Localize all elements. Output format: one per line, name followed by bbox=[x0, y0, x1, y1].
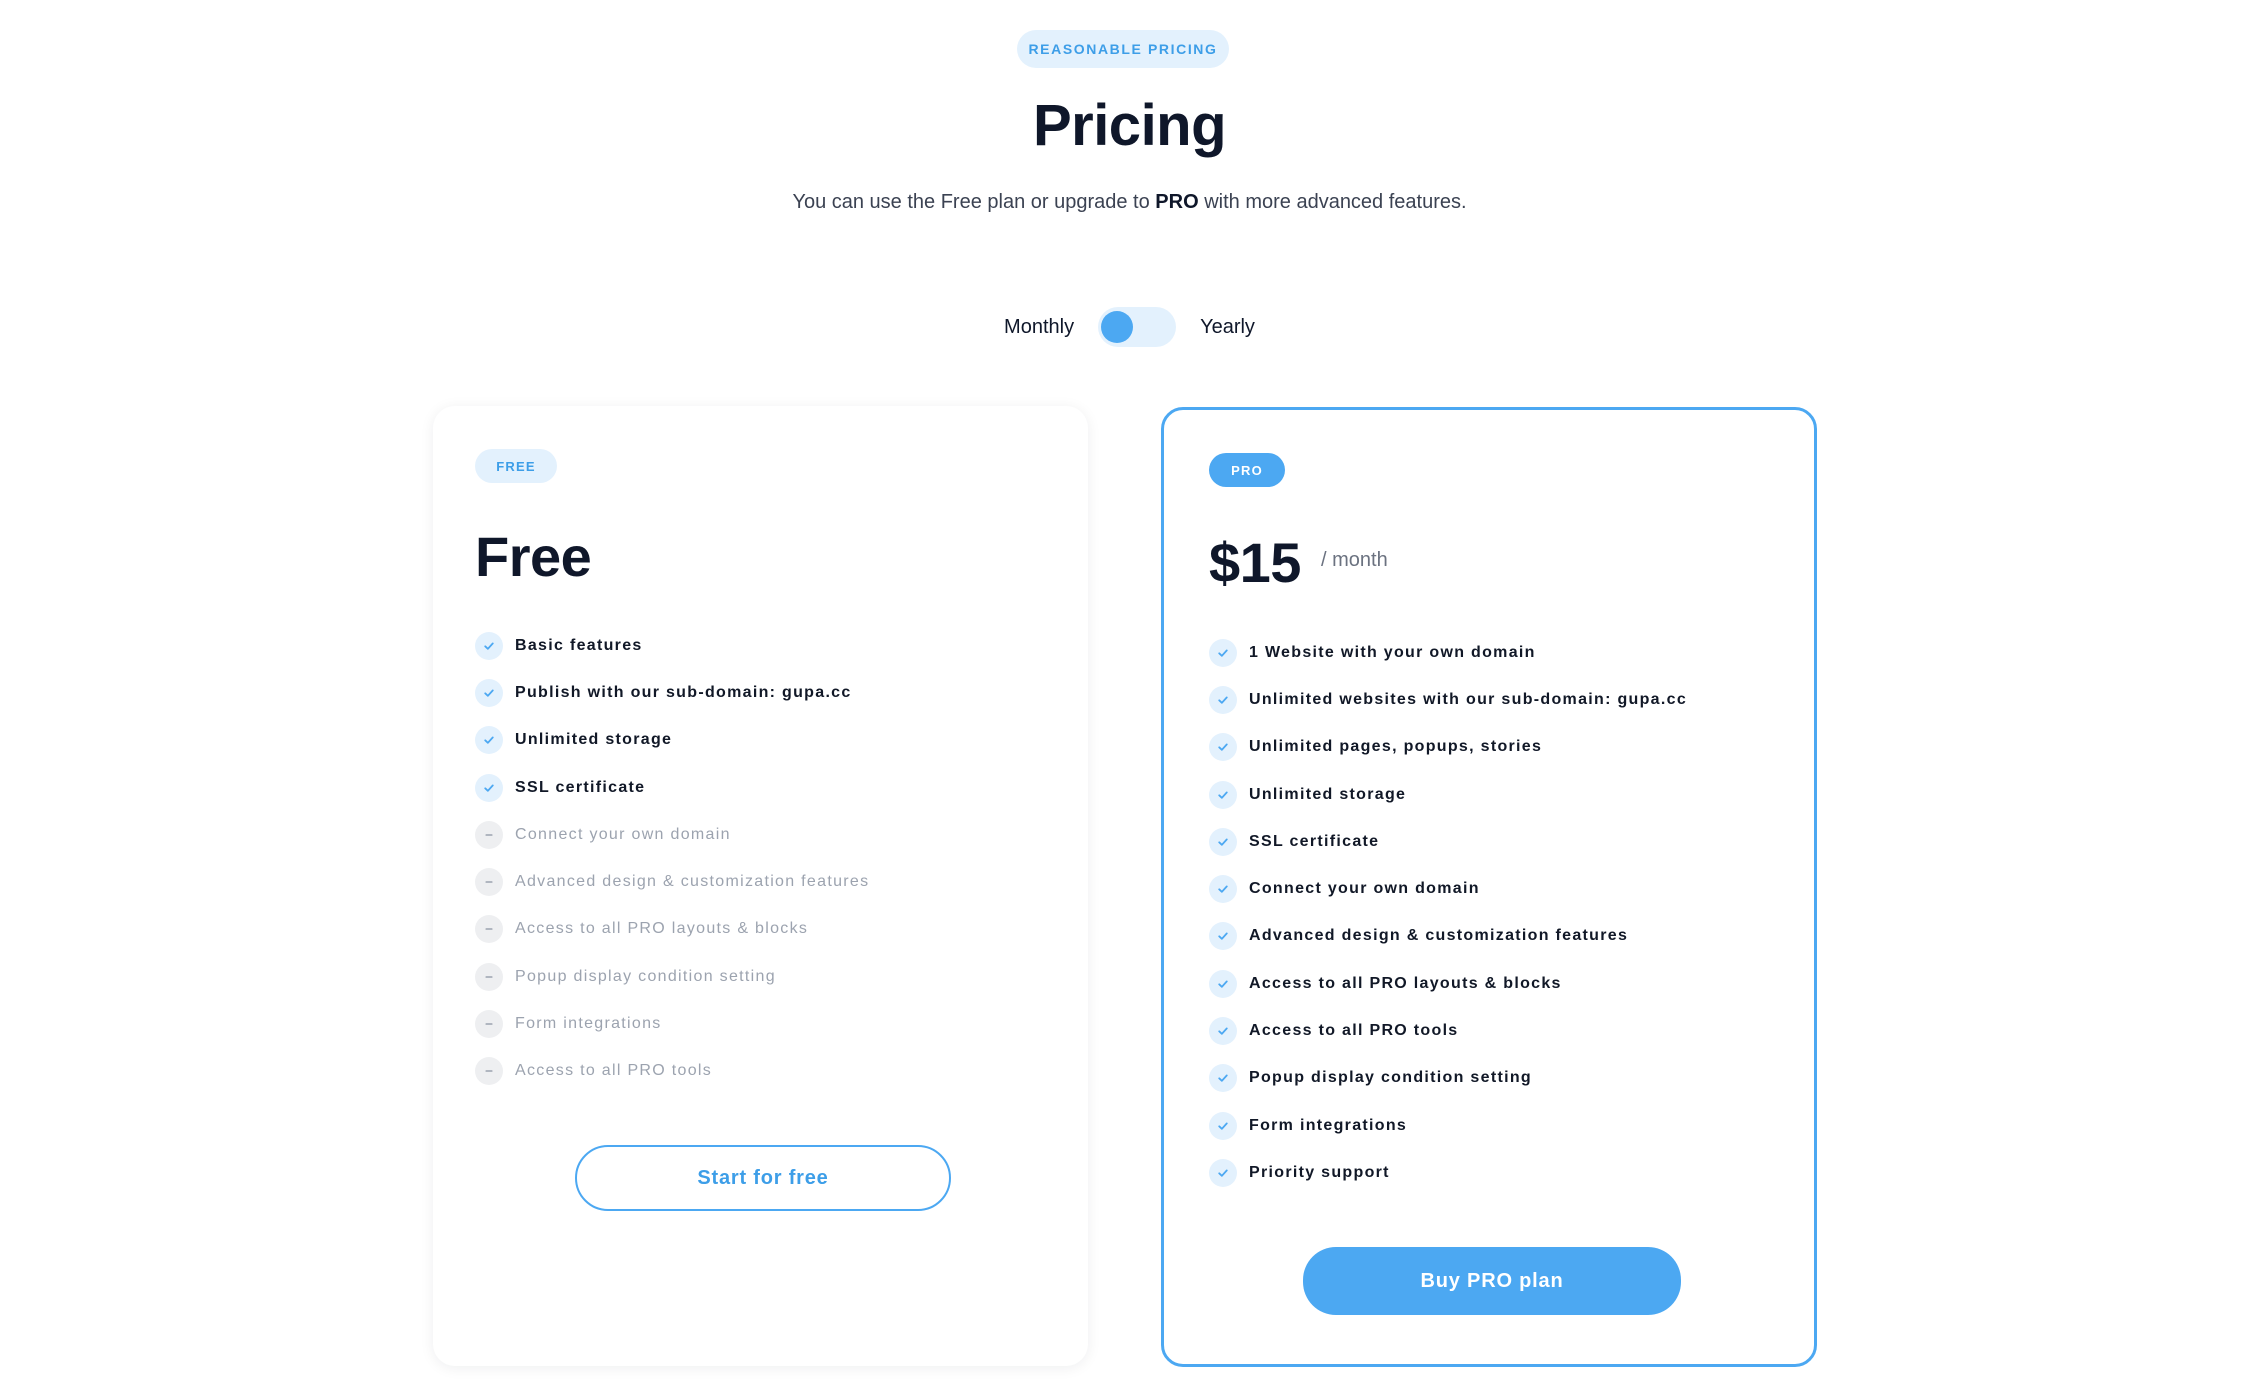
feature-item: Advanced design & customization features bbox=[475, 858, 869, 905]
feature-item: Basic features bbox=[475, 622, 869, 669]
buy-pro-plan-button[interactable]: Buy PRO plan bbox=[1303, 1247, 1681, 1315]
check-icon bbox=[1209, 827, 1237, 856]
feature-label: Advanced design & customization features bbox=[515, 873, 870, 891]
feature-list-free: Basic features Publish with our sub-domai… bbox=[475, 622, 869, 1095]
dash-icon bbox=[475, 868, 503, 897]
feature-label: Unlimited storage bbox=[1249, 785, 1407, 803]
billing-monthly-label[interactable]: Monthly bbox=[1004, 316, 1074, 339]
plan-card-pro: PRO $15 / month 1 Website with your own … bbox=[1161, 407, 1817, 1367]
dash-icon bbox=[475, 962, 503, 991]
feature-label: Connect your own domain bbox=[515, 825, 731, 843]
subtitle-text-bold: PRO bbox=[1155, 191, 1199, 213]
feature-item: Access to all PRO tools bbox=[1209, 1007, 1687, 1054]
check-icon bbox=[1209, 1064, 1237, 1093]
pricing-page: REASONABLE PRICING Pricing You can use t… bbox=[0, 0, 2259, 1393]
subtitle-text-end: with more advanced features. bbox=[1198, 191, 1467, 213]
feature-item: Access to all PRO layouts & blocks bbox=[475, 906, 869, 953]
feature-label: Connect your own domain bbox=[1249, 880, 1480, 898]
feature-item: Connect your own domain bbox=[475, 811, 869, 858]
check-icon bbox=[1209, 780, 1237, 809]
dash-icon bbox=[475, 820, 503, 849]
feature-label: SSL certificate bbox=[515, 778, 646, 796]
feature-item: Form integrations bbox=[475, 1000, 869, 1047]
check-icon bbox=[1209, 733, 1237, 762]
plan-badge-pro: PRO bbox=[1209, 453, 1285, 487]
feature-item: Access to all PRO tools bbox=[475, 1048, 869, 1095]
dash-icon bbox=[475, 1010, 503, 1039]
feature-item: Unlimited storage bbox=[1209, 771, 1687, 818]
check-icon bbox=[1209, 685, 1237, 714]
feature-label: Access to all PRO layouts & blocks bbox=[1249, 974, 1562, 992]
feature-item: Advanced design & customization features bbox=[1209, 913, 1687, 960]
feature-item: Popup display condition setting bbox=[475, 953, 869, 1000]
feature-label: Unlimited storage bbox=[515, 731, 673, 749]
feature-label: Access to all PRO tools bbox=[1249, 1022, 1459, 1040]
billing-period-toggle[interactable] bbox=[1098, 307, 1177, 347]
dash-icon bbox=[475, 1057, 503, 1086]
feature-label: Advanced design & customization features bbox=[1249, 927, 1629, 945]
feature-label: Access to all PRO layouts & blocks bbox=[515, 920, 809, 938]
subtitle-text-start: You can use the Free plan or upgrade to bbox=[792, 191, 1156, 213]
page-subtitle: You can use the Free plan or upgrade to … bbox=[0, 191, 2259, 214]
check-icon bbox=[1209, 922, 1237, 951]
feature-label: Popup display condition setting bbox=[515, 967, 776, 985]
check-icon bbox=[1209, 638, 1237, 667]
check-icon bbox=[475, 726, 503, 755]
feature-label: 1 Website with your own domain bbox=[1249, 643, 1536, 661]
check-icon bbox=[1209, 969, 1237, 998]
feature-item: Unlimited storage bbox=[475, 717, 869, 764]
feature-item: 1 Website with your own domain bbox=[1209, 629, 1687, 676]
toggle-knob[interactable] bbox=[1101, 311, 1134, 343]
check-icon bbox=[475, 678, 503, 707]
feature-label: Form integrations bbox=[1249, 1116, 1408, 1134]
feature-label: Popup display condition setting bbox=[1249, 1069, 1532, 1087]
feature-label: Access to all PRO tools bbox=[515, 1062, 713, 1080]
feature-list-pro: 1 Website with your own domain Unlimited … bbox=[1209, 629, 1687, 1197]
feature-item: Popup display condition setting bbox=[1209, 1055, 1687, 1102]
feature-item: SSL certificate bbox=[1209, 818, 1687, 865]
feature-item: Unlimited pages, popups, stories bbox=[1209, 724, 1687, 771]
dash-icon bbox=[475, 915, 503, 944]
feature-item: Priority support bbox=[1209, 1149, 1687, 1196]
billing-toggle-row: Monthly Yearly bbox=[0, 305, 2259, 349]
check-icon bbox=[1209, 1017, 1237, 1046]
check-icon bbox=[475, 773, 503, 802]
feature-label: Priority support bbox=[1249, 1163, 1390, 1181]
feature-item: Publish with our sub-domain: gupa.cc bbox=[475, 669, 869, 716]
plan-price-pro: $15 bbox=[1209, 531, 1301, 594]
feature-item: Form integrations bbox=[1209, 1102, 1687, 1149]
feature-label: Basic features bbox=[515, 636, 643, 654]
feature-label: SSL certificate bbox=[1249, 832, 1380, 850]
billing-yearly-label[interactable]: Yearly bbox=[1200, 316, 1255, 339]
plan-badge-free: FREE bbox=[475, 449, 557, 483]
plan-period-pro: / month bbox=[1321, 549, 1388, 571]
feature-item: Access to all PRO layouts & blocks bbox=[1209, 960, 1687, 1007]
start-for-free-button[interactable]: Start for free bbox=[575, 1145, 951, 1211]
check-icon bbox=[1209, 875, 1237, 904]
check-icon bbox=[475, 631, 503, 660]
feature-item: SSL certificate bbox=[475, 764, 869, 811]
feature-label: Publish with our sub-domain: gupa.cc bbox=[515, 683, 852, 701]
feature-label: Form integrations bbox=[515, 1015, 662, 1033]
check-icon bbox=[1209, 1111, 1237, 1140]
feature-item: Unlimited websites with our sub-domain: … bbox=[1209, 676, 1687, 723]
plan-name-free: Free bbox=[475, 525, 592, 588]
plan-card-free: FREE Free Basic features Publish with our… bbox=[433, 406, 1088, 1366]
section-badge: REASONABLE PRICING bbox=[1017, 30, 1229, 68]
page-title: Pricing bbox=[1032, 93, 1227, 158]
feature-item: Connect your own domain bbox=[1209, 865, 1687, 912]
check-icon bbox=[1209, 1158, 1237, 1187]
feature-label: Unlimited pages, popups, stories bbox=[1249, 738, 1543, 756]
feature-label: Unlimited websites with our sub-domain: … bbox=[1249, 690, 1688, 708]
